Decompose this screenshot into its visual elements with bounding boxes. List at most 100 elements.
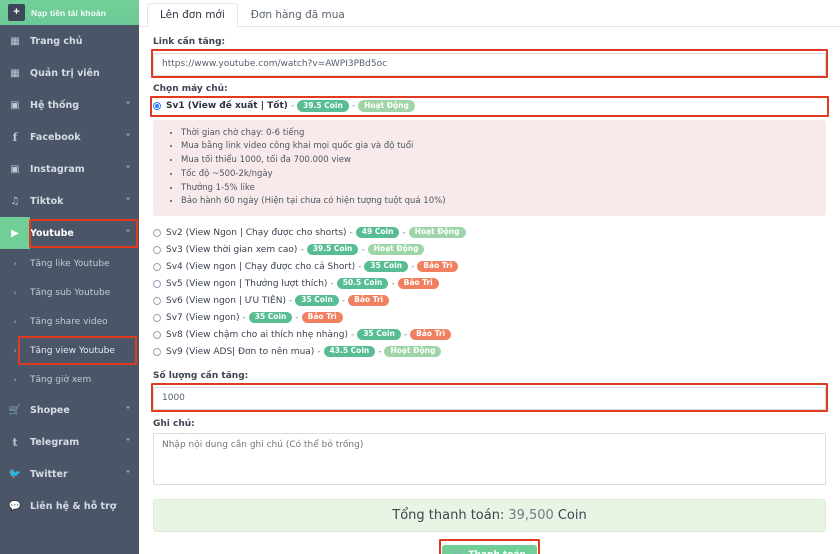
chevron-down-icon: ˅ bbox=[125, 132, 131, 142]
sidebar-item-label: Trang chủ bbox=[30, 35, 83, 47]
sidebar-subitem-tang-like-youtube[interactable]: › Tăng like Youtube bbox=[0, 249, 139, 278]
thanh-toan-button[interactable]: 🛒 Thanh toán bbox=[442, 544, 537, 554]
total-payment-box: Tổng thanh toán: 39,500 Coin bbox=[153, 498, 826, 532]
sidebar-item-label: Quản trị viên bbox=[30, 67, 100, 79]
server-option-sv2[interactable]: Sv2 (View Ngon | Chạy được cho shorts) -… bbox=[153, 224, 826, 241]
sidebar-item-telegram[interactable]: t Telegram ˅ bbox=[0, 426, 139, 458]
server-option-sv9[interactable]: Sv9 (View ADS| Đơn to nên mua) - 43.5 Co… bbox=[153, 343, 826, 360]
server-option-label: Sv6 (View ngon | ƯU TIÊN) bbox=[166, 295, 286, 306]
twitter-icon: 🐦 bbox=[8, 468, 22, 480]
sidebar-item-tiktok[interactable]: ♫ Tiktok ˅ bbox=[0, 185, 139, 217]
chevron-down-icon: ˅ bbox=[125, 196, 131, 206]
tab-don-hang-da-mua[interactable]: Đơn hàng đã mua bbox=[238, 3, 358, 27]
radio-icon[interactable] bbox=[153, 102, 161, 110]
radio-icon[interactable] bbox=[153, 347, 161, 356]
server-option-label: Sv7 (View ngon) bbox=[166, 312, 240, 323]
server-option-label: Sv5 (View ngon | Thưởng lượt thích) bbox=[166, 278, 328, 289]
chevron-down-icon: ˅ bbox=[125, 100, 131, 110]
radio-icon[interactable] bbox=[153, 330, 161, 339]
status-badge: Hoạt Động bbox=[367, 243, 425, 256]
separator: - bbox=[289, 295, 293, 306]
coin-badge: 49 Coin bbox=[355, 226, 400, 239]
tab-len-don-moi[interactable]: Lên đơn mới bbox=[147, 3, 238, 27]
radio-icon[interactable] bbox=[153, 279, 161, 288]
link-input-wrapper bbox=[151, 49, 828, 78]
quantity-field-label: Số lượng cần tăng: bbox=[153, 371, 249, 382]
radio-icon[interactable] bbox=[153, 296, 161, 305]
instagram-icon: ▣ bbox=[10, 163, 20, 175]
support-chat-icon: 💬 bbox=[8, 500, 22, 512]
separator: - bbox=[411, 261, 415, 272]
server-option-label: Sv4 (View ngon | Chạy được cho cả Short) bbox=[166, 261, 356, 272]
sidebar-subitem-tang-sub-youtube[interactable]: › Tăng sub Youtube bbox=[0, 278, 139, 307]
server-option-sv1[interactable]: Sv1 (View đề xuất | Tốt) - 39.5 Coin - H… bbox=[153, 98, 826, 115]
pay-button-wrapper: 🛒 Thanh toán bbox=[153, 538, 826, 554]
separator: - bbox=[351, 101, 356, 111]
coin-badge: 50.5 Coin bbox=[336, 277, 389, 290]
chevron-right-icon: › bbox=[13, 259, 17, 268]
radio-icon[interactable] bbox=[153, 262, 161, 271]
radio-icon[interactable] bbox=[153, 313, 161, 322]
youtube-icon: ▶ bbox=[0, 217, 30, 249]
sidebar-item-twitter[interactable]: 🐦 Twitter ˅ bbox=[0, 458, 139, 490]
separator: - bbox=[361, 244, 365, 255]
server-info-list: Thời gian chờ chạy: 0-6 tiếng Mua bằng l… bbox=[163, 127, 816, 210]
sidebar-item-quan-tri-vien[interactable]: ▦ Quản trị viên bbox=[0, 57, 139, 89]
quantity-input[interactable] bbox=[153, 386, 826, 410]
link-input[interactable] bbox=[153, 52, 826, 76]
dashboard-icon: ▦ bbox=[10, 35, 20, 47]
coin-badge: 35 Coin bbox=[295, 294, 339, 307]
total-label: Tổng thanh toán: bbox=[392, 507, 505, 523]
coin-badge: 35 Coin bbox=[357, 328, 401, 341]
total-currency: Coin bbox=[557, 507, 587, 523]
server-section: Chọn máy chủ: Sv1 (View đề xuất | Tốt) -… bbox=[150, 84, 829, 361]
main-content: Lên đơn mới Đơn hàng đã mua Link cần tăn… bbox=[139, 0, 840, 554]
facebook-icon: f bbox=[12, 130, 18, 144]
shopee-cart-icon: 🛒 bbox=[8, 404, 22, 416]
sidebar-item-shopee[interactable]: 🛒 Shopee ˅ bbox=[0, 394, 139, 426]
status-badge: Hoạt Động bbox=[384, 345, 442, 358]
server-option-sv4[interactable]: Sv4 (View ngon | Chạy được cho cả Short)… bbox=[153, 258, 826, 275]
sidebar-subitem-tang-gio-xem[interactable]: › Tăng giờ xem bbox=[0, 365, 139, 394]
server-option-sv6[interactable]: Sv6 (View ngon | ƯU TIÊN) - 35 Coin - Bả… bbox=[153, 292, 826, 309]
sidebar-item-instagram[interactable]: ▣ Instagram ˅ bbox=[0, 153, 139, 185]
coin-badge: 35 Coin bbox=[248, 311, 293, 324]
server-option-sv7[interactable]: Sv7 (View ngon) - 35 Coin - Bảo Trì bbox=[153, 309, 826, 326]
server-option-label: Sv3 (View thời gian xem cao) bbox=[166, 244, 298, 255]
sidebar-item-lien-he-ho-tro[interactable]: 💬 Liên hệ & hỗ trợ bbox=[0, 490, 139, 522]
sidebar-subitem-label: Tăng sub Youtube bbox=[30, 287, 111, 298]
server-option-sv3[interactable]: Sv3 (View thời gian xem cao) - 39.5 Coin… bbox=[153, 241, 826, 258]
sidebar-item-label: Hệ thống bbox=[30, 99, 80, 111]
sidebar-subitem-tang-view-youtube[interactable]: › Tăng view Youtube bbox=[0, 336, 139, 365]
server-info-box: Thời gian chờ chạy: 0-6 tiếng Mua bằng l… bbox=[153, 119, 826, 217]
server-option-sv8[interactable]: Sv8 (View chậm cho ai thích nhẹ nhàng) -… bbox=[153, 326, 826, 343]
server-option-sv5[interactable]: Sv5 (View ngon | Thưởng lượt thích) - 50… bbox=[153, 275, 826, 292]
sidebar-item-youtube[interactable]: ▶ Youtube ˄ bbox=[0, 217, 139, 249]
sidebar-subitem-label: Tăng like Youtube bbox=[30, 258, 110, 269]
info-bullet: Thưởng 1-5% like bbox=[181, 182, 816, 196]
radio-icon[interactable] bbox=[153, 245, 161, 254]
server-option-label: Sv9 (View ADS| Đơn to nên mua) bbox=[166, 346, 315, 357]
separator: - bbox=[290, 101, 295, 111]
sidebar-item-label: Telegram bbox=[30, 436, 80, 448]
status-badge: Hoạt Động bbox=[358, 100, 415, 112]
radio-icon[interactable] bbox=[153, 228, 161, 237]
system-icon: ▣ bbox=[10, 99, 20, 111]
topup-account-button[interactable]: + Nạp tiền tài khoản bbox=[8, 4, 106, 21]
chevron-right-icon: › bbox=[13, 375, 17, 384]
note-textarea[interactable] bbox=[153, 432, 826, 485]
coin-badge: 39.5 Coin bbox=[306, 243, 359, 256]
info-bullet: Mua tối thiểu 1000, tối đa 700.000 view bbox=[181, 154, 816, 168]
sidebar-subitem-tang-share-video[interactable]: › Tăng share video bbox=[0, 307, 139, 336]
chevron-up-icon: ˄ bbox=[125, 228, 131, 238]
info-bullet: Mua bằng link video công khai mọi quốc g… bbox=[181, 140, 816, 154]
chevron-right-icon: › bbox=[13, 288, 17, 297]
sidebar-subitem-label: Tăng giờ xem bbox=[30, 374, 92, 385]
sidebar-item-he-thong[interactable]: ▣ Hệ thống ˅ bbox=[0, 89, 139, 121]
separator: - bbox=[242, 312, 246, 323]
sidebar-item-trang-chu[interactable]: ▦ Trang chủ bbox=[0, 25, 139, 57]
chevron-down-icon: ˅ bbox=[125, 405, 131, 415]
sidebar-topbar: + Nạp tiền tài khoản bbox=[0, 0, 139, 25]
sidebar-item-facebook[interactable]: f Facebook ˅ bbox=[0, 121, 139, 153]
quantity-input-wrapper bbox=[151, 383, 828, 412]
